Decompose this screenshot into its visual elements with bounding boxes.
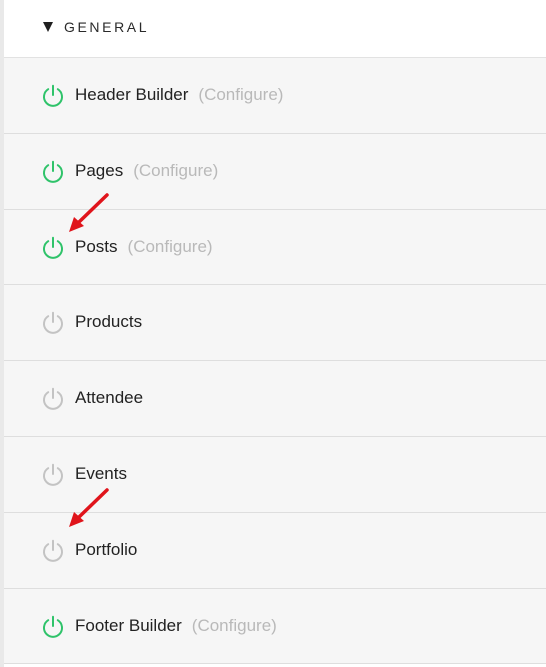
power-icon[interactable] [41, 84, 65, 108]
module-row-footer-builder: Footer Builder (Configure) [4, 588, 546, 665]
module-row-attendee: Attendee [4, 361, 546, 437]
module-row-portfolio: Portfolio [4, 512, 546, 589]
module-label: Portfolio [75, 539, 138, 559]
power-icon[interactable] [41, 160, 65, 184]
module-label: Posts [75, 236, 118, 256]
module-row-posts: Posts (Configure) [4, 209, 546, 286]
module-label: Header Builder [75, 85, 189, 104]
module-label: Pages [75, 160, 124, 180]
configure-link[interactable]: (Configure) [198, 85, 283, 104]
module-label: Attendee [75, 388, 144, 408]
power-icon[interactable] [41, 615, 65, 639]
configure-link[interactable]: (Configure) [128, 237, 213, 256]
triangle-down-icon[interactable] [43, 22, 53, 32]
settings-panel: GENERAL Header Builder (Configure) Pages (… [0, 0, 546, 667]
section-title: GENERAL [64, 19, 150, 35]
configure-link[interactable]: (Configure) [133, 161, 218, 180]
module-list: Header Builder (Configure) Pages (Configur… [4, 58, 546, 665]
module-row-pages: Pages (Configure) [4, 133, 546, 210]
power-icon[interactable] [41, 236, 65, 260]
power-icon[interactable] [41, 311, 65, 335]
module-label: Footer Builder [75, 615, 182, 635]
module-row-products: Products [4, 285, 546, 362]
module-label: Products [75, 312, 143, 332]
power-icon[interactable] [41, 539, 65, 563]
module-label: Events [75, 463, 127, 483]
section-header-general[interactable]: GENERAL [4, 0, 546, 58]
module-row-header-builder: Header Builder (Configure) [4, 58, 546, 134]
power-icon[interactable] [41, 387, 65, 411]
module-row-events: Events [4, 436, 546, 513]
configure-link[interactable]: (Configure) [192, 616, 277, 635]
power-icon[interactable] [41, 463, 65, 487]
